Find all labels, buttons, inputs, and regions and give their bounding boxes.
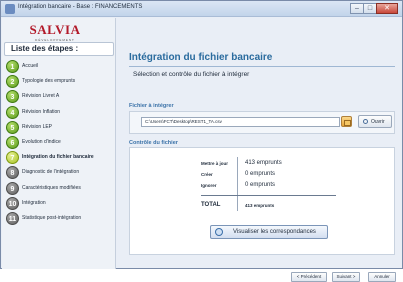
app-window: Intégration bancaire - Base : FINANCEMEN… <box>0 0 403 282</box>
logo-text: SALVIA <box>29 22 81 37</box>
step-number-badge: 1 <box>6 60 19 73</box>
update-value: 413 emprunts <box>245 160 282 166</box>
search-icon <box>363 119 368 124</box>
open-button[interactable]: Ouvrir <box>358 115 392 128</box>
control-section-label: Contrôle du fichier <box>129 140 178 146</box>
step-number-badge: 6 <box>6 135 19 149</box>
step-number-badge: 8 <box>6 166 19 180</box>
control-divider-vertical <box>237 157 238 211</box>
step-revision-lep[interactable]: 5 Révision LEP <box>6 120 116 136</box>
ignore-value: 0 emprunts <box>245 182 276 188</box>
step-label: Statistique post-intégration <box>22 214 82 221</box>
steps-sidebar: SALVIA DÉVELOPPEMENT Liste des étapes : … <box>2 18 116 269</box>
title-bar[interactable]: Intégration bancaire - Base : FINANCEMEN… <box>1 1 402 17</box>
create-value: 0 emprunts <box>245 171 276 177</box>
next-button[interactable]: Suivant > <box>332 272 360 282</box>
control-divider-horizontal <box>201 195 336 196</box>
step-revision-inflation[interactable]: 4 Révision Inflation <box>6 105 116 121</box>
window-controls: – □ ✕ <box>350 3 398 14</box>
page-subtitle: Sélection et contrôle du fichier à intég… <box>133 71 250 78</box>
step-revision-livret-a[interactable]: 3 Révision Livret A <box>6 90 116 105</box>
create-label: Créer <box>201 172 213 177</box>
step-typologie[interactable]: 2 Typologie des emprunts <box>6 75 116 90</box>
page-title: Intégration du fichier bancaire <box>129 52 273 63</box>
steps-list: 1 Accueil 2 Typologie des emprunts 3 Rév… <box>6 60 116 227</box>
step-number-badge: 2 <box>6 75 19 89</box>
total-label: TOTAL <box>201 202 221 208</box>
step-label: Typologie des emprunts <box>22 78 76 85</box>
step-label: Révision Livret A <box>22 93 60 100</box>
step-number-badge: 7 <box>6 151 19 165</box>
step-integration[interactable]: 10 Intégration <box>6 196 116 212</box>
step-statistique[interactable]: 11 Statistique post-intégration <box>6 211 116 227</box>
step-number-badge: 4 <box>6 105 19 119</box>
view-mappings-label: Visualiser les correspondances <box>233 229 316 235</box>
step-number-badge: 10 <box>6 196 19 210</box>
step-integration-fichier[interactable]: 7 Intégration du fichier bancaire <box>6 151 116 166</box>
step-evolution-indice[interactable]: 6 Evolution d'indice <box>6 135 116 151</box>
minimize-button[interactable]: – <box>350 3 364 14</box>
step-number-badge: 3 <box>6 90 19 104</box>
step-label: Révision Inflation <box>22 108 61 115</box>
file-section-label: Fichier à intégrer <box>129 103 174 109</box>
step-accueil[interactable]: 1 Accueil <box>6 60 116 75</box>
window-title: Intégration bancaire - Base : FINANCEMEN… <box>18 4 143 10</box>
browse-folder-button[interactable] <box>341 116 352 127</box>
step-number-badge: 11 <box>6 211 19 225</box>
step-label: Intégration du fichier bancaire <box>22 154 94 161</box>
step-label: Diagnostic de l'intégration <box>22 169 80 176</box>
step-caracteristiques[interactable]: 9 Caractéristiques modifiées <box>6 181 116 197</box>
step-label: Intégration <box>22 199 46 206</box>
main-panel: Intégration du fichier bancaire Sélectio… <box>125 18 398 282</box>
step-label: Accueil <box>22 63 39 69</box>
cancel-button[interactable]: Annuler <box>368 272 396 282</box>
step-label: Evolution d'indice <box>22 138 61 145</box>
step-diagnostic[interactable]: 8 Diagnostic de l'intégration <box>6 166 116 181</box>
close-button[interactable]: ✕ <box>376 3 398 14</box>
update-label: Mettre à jour <box>201 161 229 166</box>
open-button-label: Ouvrir <box>371 119 385 125</box>
steps-header: Liste des étapes : <box>4 42 114 56</box>
maximize-button[interactable]: □ <box>363 3 377 14</box>
title-divider <box>129 66 395 67</box>
app-icon <box>5 4 15 14</box>
magnifier-icon <box>215 228 223 236</box>
step-number-badge: 5 <box>6 120 19 134</box>
step-label: Caractéristiques modifiées <box>22 184 81 191</box>
step-label: Révision LEP <box>22 123 53 130</box>
previous-button[interactable]: < Précédent <box>291 272 327 282</box>
view-mappings-button[interactable]: Visualiser les correspondances <box>210 225 328 239</box>
file-path-field[interactable]: C:\Users\FCT\Desktop\REST1_TA.csv <box>141 117 340 127</box>
total-value: 413 emprunts <box>245 203 275 208</box>
ignore-label: Ignorer <box>201 183 217 188</box>
step-number-badge: 9 <box>6 181 19 195</box>
